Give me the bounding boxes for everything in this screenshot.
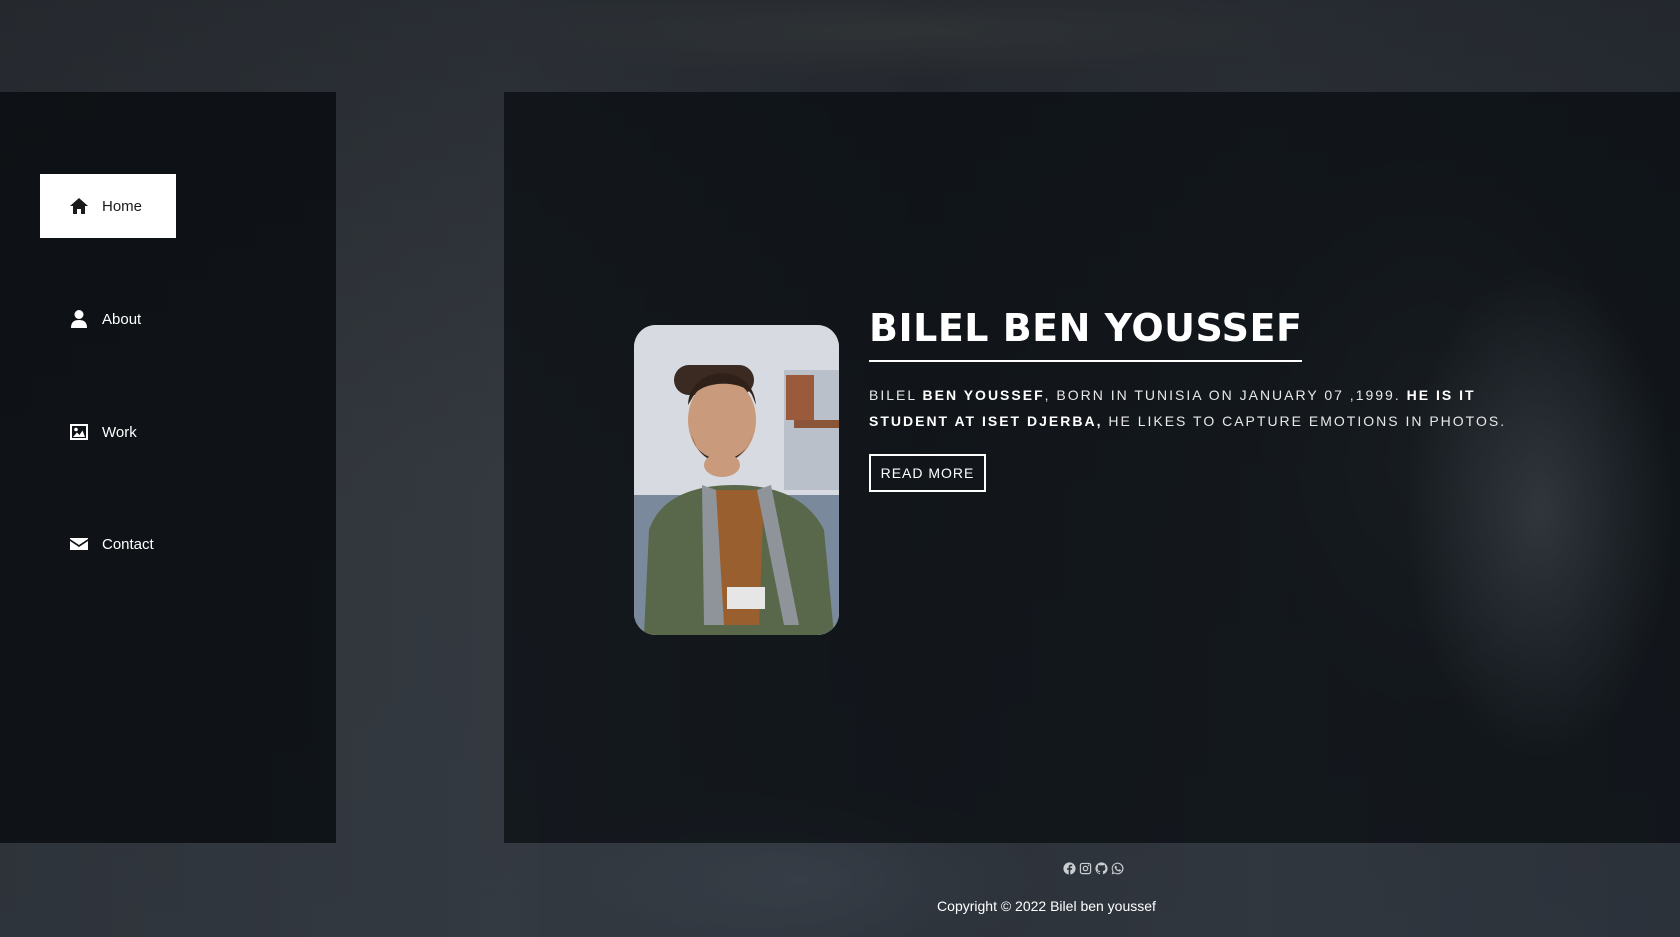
image-icon <box>68 422 90 442</box>
bio-text-bold: Ben Youssef <box>922 387 1045 403</box>
bio-text-part: Bilel <box>869 387 923 403</box>
whatsapp-icon[interactable] <box>1111 862 1124 875</box>
nav-item-label: Contact <box>102 535 154 553</box>
copyright-text: Copyright © 2022 Bilel ben youssef <box>937 898 1156 914</box>
nav-item-label: About <box>102 310 142 328</box>
read-more-button[interactable]: READ MORE <box>869 454 986 492</box>
main-panel: BILEL BEN YOUSSEF Bilel Ben Youssef, bor… <box>504 92 1680 843</box>
profile-photo <box>634 325 839 635</box>
github-icon[interactable] <box>1095 862 1108 875</box>
home-icon <box>68 196 90 216</box>
page-title: BILEL BEN YOUSSEF <box>869 306 1303 362</box>
bio-text-part: he likes to capture emotions in photos. <box>1102 413 1507 429</box>
sidebar: Home About Work Contact <box>0 92 336 843</box>
nav-item-about[interactable]: About <box>40 287 176 351</box>
instagram-icon[interactable] <box>1079 862 1092 875</box>
facebook-icon[interactable] <box>1063 862 1076 875</box>
nav-item-contact[interactable]: Contact <box>40 512 176 576</box>
bio-text-part: , born in Tunisia on January 07 ,1999. <box>1044 387 1407 403</box>
nav-item-work[interactable]: Work <box>40 400 176 464</box>
envelope-icon <box>68 534 90 554</box>
nav-item-label: Home <box>102 197 143 215</box>
bio-text: Bilel Ben Youssef, born in Tunisia on Ja… <box>869 382 1534 434</box>
nav-item-home[interactable]: Home <box>40 174 176 238</box>
nav-item-label: Work <box>102 423 137 441</box>
user-icon <box>68 309 90 329</box>
background-figure <box>1280 152 1680 842</box>
social-links <box>1063 862 1124 875</box>
